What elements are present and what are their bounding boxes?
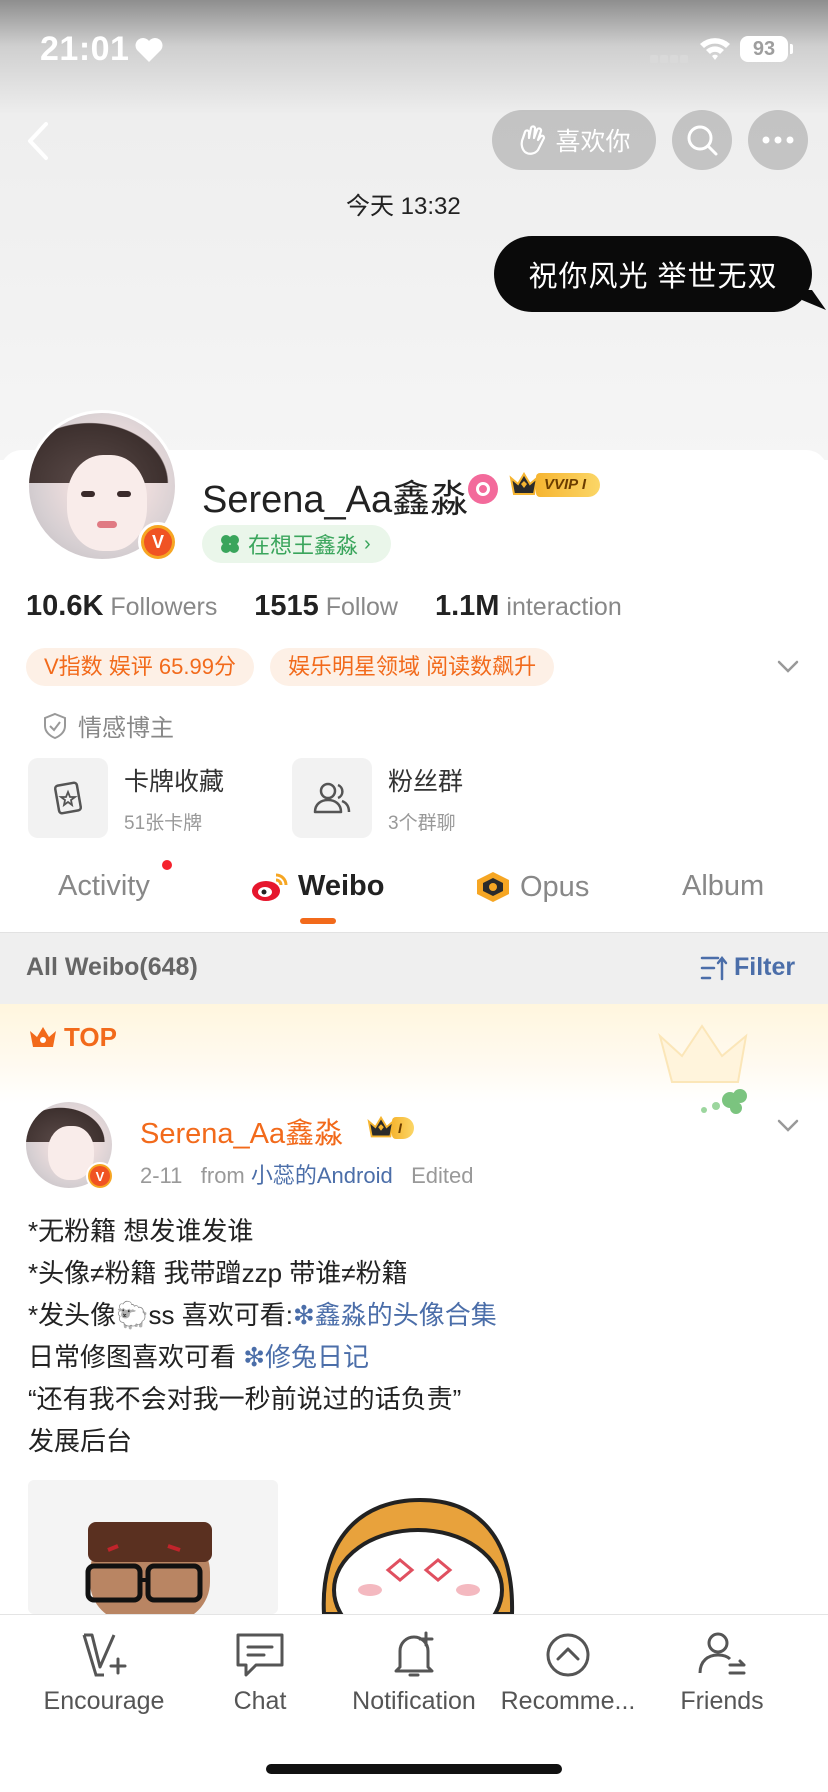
crown-icon xyxy=(30,1026,56,1047)
top-label: TOP xyxy=(28,1022,117,1053)
shield-icon xyxy=(44,712,66,739)
opus-icon xyxy=(477,872,509,902)
tab-recommend[interactable]: Recomme... xyxy=(488,1629,648,1716)
tab-chat[interactable]: Chat xyxy=(180,1629,340,1716)
followers-stat[interactable]: 10.6K Followers xyxy=(26,590,217,622)
chevron-down-icon[interactable] xyxy=(776,658,800,676)
post-line: “还有我不会对我一秒前说过的话负责” xyxy=(28,1384,462,1414)
card-icon xyxy=(28,758,108,838)
more-button[interactable] xyxy=(748,110,808,170)
fan-group-title: 粉丝群 xyxy=(388,767,464,796)
back-icon[interactable] xyxy=(20,118,56,164)
fan-group-sub: 3个群聊 xyxy=(388,812,456,834)
search-icon xyxy=(687,125,718,156)
all-weibo-count: All Weibo(648) xyxy=(26,953,198,981)
thinking-of-label: 在想王鑫淼 xyxy=(248,533,359,558)
crown-clover-decoration xyxy=(658,1024,748,1114)
follow-stat[interactable]: 1515 Follow xyxy=(254,590,398,622)
tab-weibo[interactable]: Weibo xyxy=(250,870,384,903)
vvip-tag: VVIP I xyxy=(536,473,600,497)
wifi-icon xyxy=(700,38,730,60)
post-vip-level: I xyxy=(392,1117,414,1139)
v-index-chip[interactable]: V指数 娱评 65.99分 xyxy=(26,648,254,686)
card-collection-sub: 51张卡牌 xyxy=(124,812,203,834)
pink-badge-icon[interactable] xyxy=(468,474,498,504)
heart-icon xyxy=(135,38,163,62)
post-line: *头像≠粉籍 我带蹭zzp 带谁≠粉籍 xyxy=(28,1258,408,1288)
filter-button[interactable]: Filter xyxy=(700,953,795,982)
vvip-badge[interactable]: VVIP I xyxy=(508,470,600,500)
more-icon xyxy=(762,136,794,144)
battery-tip xyxy=(790,44,793,54)
profile-tabs: Activity Weibo Opus Album xyxy=(0,856,828,932)
fan-group[interactable]: 粉丝群 3个群聊 xyxy=(292,758,463,838)
encourage-icon xyxy=(82,1633,127,1677)
interaction-stat[interactable]: 1.1M interaction xyxy=(435,590,622,622)
clover-icon xyxy=(221,535,239,553)
battery-icon: 93 xyxy=(740,36,788,62)
chevron-up-circle-icon xyxy=(546,1633,590,1677)
post-verified-badge-icon: V xyxy=(86,1162,114,1190)
bubble-tail xyxy=(802,290,826,310)
chevron-down-icon[interactable] xyxy=(776,1118,800,1134)
search-button[interactable] xyxy=(672,110,732,170)
post-line: 发展后台 xyxy=(28,1426,133,1456)
message-bubble: 祝你风光 举世无双 xyxy=(494,236,812,312)
tab-friends[interactable]: Friends xyxy=(642,1629,802,1716)
thinking-of-link[interactable]: 在想王鑫淼 › xyxy=(202,525,391,563)
home-indicator[interactable] xyxy=(266,1764,562,1774)
profile-name: Serena_Aa鑫淼 xyxy=(202,479,469,521)
hand-wave-icon xyxy=(521,125,546,155)
tab-encourage[interactable]: Encourage xyxy=(24,1629,184,1716)
avatar-collection-link[interactable]: ❇鑫淼的头像合集 xyxy=(293,1300,497,1330)
group-icon xyxy=(292,758,372,838)
profile-chips: V指数 娱评 65.99分 娱乐明星领域 阅读数飙升 xyxy=(26,648,555,686)
tab-notification[interactable]: Notification xyxy=(334,1629,494,1716)
tab-album[interactable]: Album xyxy=(682,870,764,903)
active-tab-indicator xyxy=(300,918,336,924)
chevron-right-icon: › xyxy=(364,532,371,555)
like-you-label: 喜欢你 xyxy=(555,128,631,156)
cellular-signal-icon xyxy=(650,50,690,68)
activity-unread-dot xyxy=(162,860,172,870)
post-date: 2-11 xyxy=(140,1163,183,1188)
card-collection[interactable]: 卡牌收藏 51张卡牌 xyxy=(28,758,224,838)
post-source[interactable]: 小蕊的Android xyxy=(251,1163,393,1188)
profile-tagline: 情感博主 xyxy=(42,708,174,743)
message-timestamp: 今天 13:32 xyxy=(346,193,461,220)
profile-stats: 10.6K Followers 1515 Follow 1.1M interac… xyxy=(26,590,622,623)
filter-icon xyxy=(700,955,728,980)
reading-trend-chip[interactable]: 娱乐明星领域 阅读数飙升 xyxy=(269,648,555,686)
verified-badge-icon: V xyxy=(138,522,178,562)
status-time: 21:01 xyxy=(40,30,130,68)
post-vip-badge[interactable]: I xyxy=(366,1114,414,1142)
chat-icon xyxy=(236,1633,284,1677)
tab-activity[interactable]: Activity xyxy=(58,870,150,903)
post-line: *无粉籍 想发谁发谁 xyxy=(28,1216,254,1246)
post-from-label: from xyxy=(200,1163,245,1188)
friends-icon xyxy=(698,1632,746,1675)
bell-icon xyxy=(394,1631,434,1677)
status-bar: 21:01 93 xyxy=(0,0,828,100)
filter-bar: All Weibo(648) Filter xyxy=(0,932,828,1004)
card-collection-title: 卡牌收藏 xyxy=(124,767,225,796)
editing-diary-link[interactable]: ❇修兔日记 xyxy=(243,1342,369,1372)
post-text: *无粉籍 想发谁发谁 *头像≠粉籍 我带蹭zzp 带谁≠粉籍 *发头像🐑ss 喜… xyxy=(28,1210,808,1462)
post-image[interactable] xyxy=(300,1480,550,1614)
like-you-button[interactable]: 喜欢你 xyxy=(492,110,656,170)
post-image[interactable] xyxy=(28,1480,278,1614)
post-line: 日常修图喜欢可看 ❇修兔日记 xyxy=(28,1342,370,1372)
post-line: *发头像🐑ss 喜欢可看:❇鑫淼的头像合集 xyxy=(28,1300,497,1330)
weibo-logo-icon xyxy=(252,873,288,901)
tab-opus[interactable]: Opus xyxy=(474,870,589,904)
post-meta: 2-11 from 小蕊的Android Edited xyxy=(140,1158,473,1190)
post-edited: Edited xyxy=(411,1163,474,1188)
post-author-name[interactable]: Serena_Aa鑫淼 xyxy=(140,1110,343,1152)
